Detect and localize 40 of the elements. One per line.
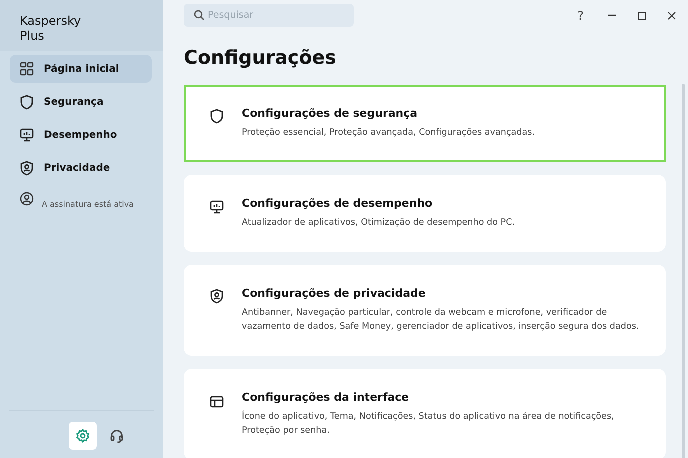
nav-item[interactable]: Desempenho <box>10 121 152 149</box>
layout-icon <box>210 396 224 408</box>
maximize-icon <box>637 10 647 20</box>
card-description: Proteção essencial, Proteção avançada, Configurações avançadas. <box>242 127 536 140</box>
minimize-icon <box>607 14 617 17</box>
settings-card[interactable]: Configurações de desempenho Atualizador de aplicativos, Otimização de desempenho do PC. <box>184 175 666 252</box>
subscription-status: A assinatura está ativa <box>42 199 134 209</box>
card-description: Antibanner, Navegação particular, controle da webcam e microfone, verificador de vazamento de dados, Safe Money, gerenciador de aplicativos, inserção segura dos dados. <box>242 307 640 334</box>
card-title: Configurações de privacidade <box>242 287 427 300</box>
user-icon <box>20 192 34 206</box>
search-field[interactable]: Pesquisar <box>184 4 354 27</box>
monitor-icon <box>210 200 224 214</box>
settings-icon <box>76 429 90 443</box>
monitor-icon <box>20 128 34 142</box>
nav-item[interactable]: Página inicial <box>10 55 152 83</box>
scrollbar[interactable] <box>682 84 685 458</box>
card-description: Atualizador de aplicativos, Otimização de desempenho do PC. <box>242 217 516 230</box>
card-title: Configurações de desempenho <box>242 197 434 210</box>
nav-item[interactable]: Privacidade <box>10 154 152 182</box>
headset-icon <box>110 428 124 444</box>
grid-icon <box>20 62 34 76</box>
close-icon <box>667 10 677 20</box>
shield-person-icon <box>210 289 224 304</box>
card-title: Configurações de segurança <box>242 107 419 120</box>
page-title: Configurações <box>184 47 338 69</box>
card-description: Ícone do aplicativo, Tema, Notificações, Status do aplicativo na área de notificações, Proteção por senha. <box>242 410 616 438</box>
maximize-button[interactable] <box>637 10 647 22</box>
settings-card[interactable]: Configurações de privacidade Antibanner, Navegação particular, controle da webcam e microfone, verificador de vazamento de dados, Safe Money, gerenciador de aplicativos, inserção segura dos dados. <box>184 265 666 356</box>
card-title: Configurações da interface <box>242 391 410 404</box>
help-button[interactable]: ? <box>574 8 587 22</box>
search-icon <box>194 10 205 21</box>
nav-item[interactable]: Segurança <box>10 88 152 116</box>
app-name: Kaspersky Plus <box>20 14 82 44</box>
settings-card[interactable]: Configurações da interface Ícone do aplicativo, Tema, Notificações, Status do aplicativo na área de notificações, Proteção por senha. <box>184 369 666 458</box>
settings-card[interactable]: Configurações de segurança Proteção essencial, Proteção avançada, Configurações avançadas. <box>184 85 666 162</box>
shield-person-icon <box>20 160 34 176</box>
shield-icon <box>20 94 34 110</box>
close-button[interactable] <box>667 10 677 22</box>
shield-icon <box>210 109 224 124</box>
settings-button[interactable] <box>68 422 96 450</box>
